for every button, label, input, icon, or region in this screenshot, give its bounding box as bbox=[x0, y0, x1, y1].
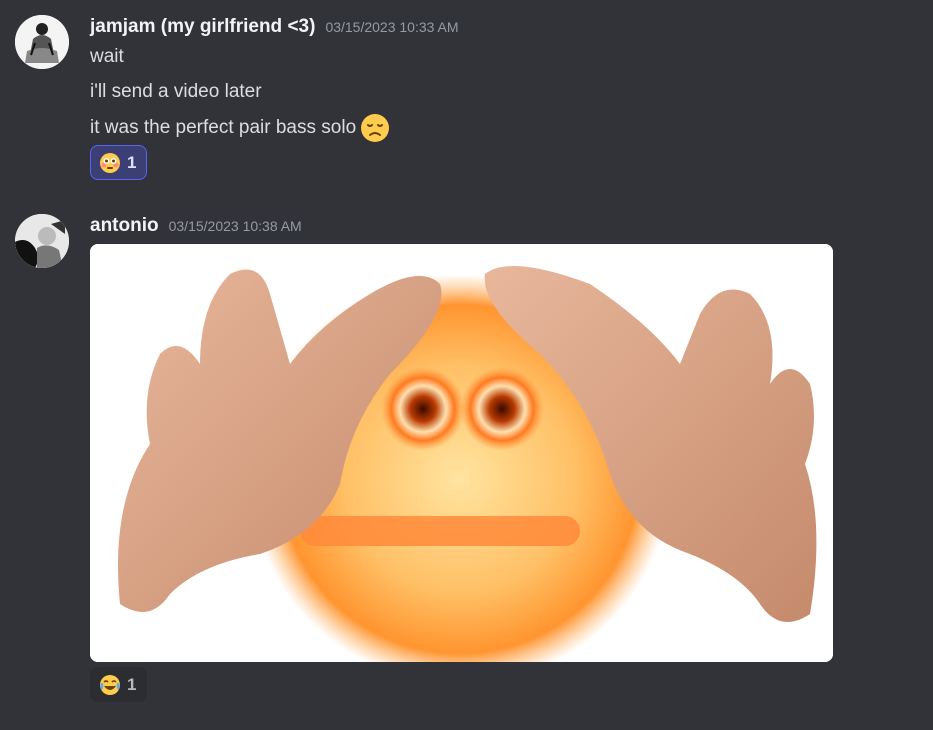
user-avatar-icon[interactable] bbox=[15, 15, 69, 69]
username[interactable]: jamjam (my girlfriend <3) bbox=[90, 16, 315, 38]
disappointed-face-emoji[interactable] bbox=[360, 113, 390, 143]
message-text: it was the perfect pair bass solo bbox=[90, 113, 390, 143]
timestamp[interactable]: 03/15/2023 10:38 AM bbox=[169, 218, 302, 234]
chat-messages: jamjam (my girlfriend <3) 03/15/2023 10:… bbox=[0, 0, 933, 730]
crying-laughing-face-emoji bbox=[100, 674, 120, 695]
message-text: i'll send a video later bbox=[90, 81, 262, 103]
user-avatar-icon[interactable] bbox=[15, 214, 69, 268]
message-header: antonio 03/15/2023 10:38 AM bbox=[90, 215, 302, 237]
reaction-count: 1 bbox=[127, 674, 137, 694]
reaction-button[interactable]: 1 bbox=[90, 667, 148, 702]
cursed-emoji-with-hands-image[interactable] bbox=[90, 244, 833, 662]
timestamp[interactable]: 03/15/2023 10:33 AM bbox=[325, 19, 458, 35]
message-text: wait bbox=[90, 46, 124, 68]
message-line: it was the perfect pair bass solo bbox=[90, 117, 357, 138]
flushed-face-emoji bbox=[100, 152, 120, 173]
reaction-button[interactable]: 1 bbox=[90, 145, 148, 180]
message-line: wait bbox=[90, 46, 124, 67]
message-line: i'll send a video later bbox=[90, 81, 262, 102]
message-header: jamjam (my girlfriend <3) 03/15/2023 10:… bbox=[90, 16, 459, 38]
username[interactable]: antonio bbox=[90, 215, 159, 237]
reaction-count: 1 bbox=[127, 152, 137, 172]
